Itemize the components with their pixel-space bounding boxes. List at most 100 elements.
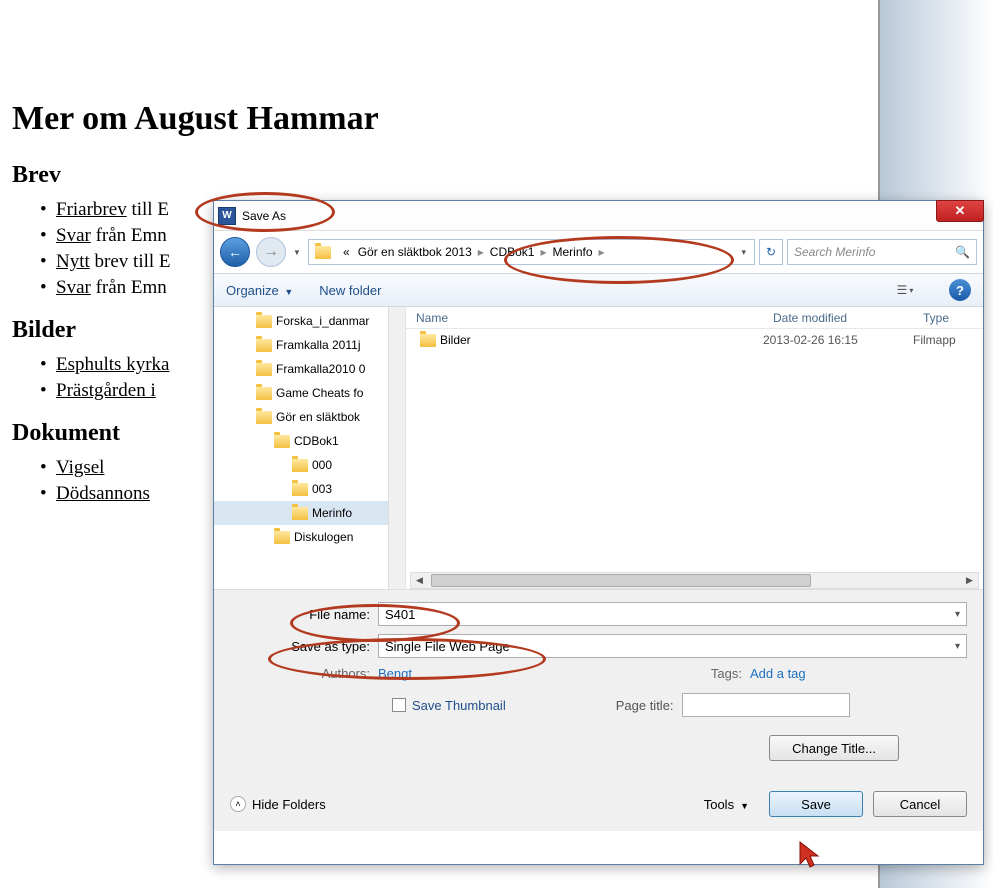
folder-icon [292, 507, 308, 520]
save-thumbnail-label: Save Thumbnail [412, 698, 506, 713]
tree-items: Forska_i_danmar Framkalla 2011j Framkall… [214, 307, 405, 551]
chevron-right-icon: ▸ [476, 245, 486, 259]
chevron-right-icon: ▸ [597, 245, 607, 259]
link-text[interactable]: Friarbrev [56, 199, 127, 220]
doc-heading: Mer om August Hammar [12, 100, 379, 138]
folder-icon [315, 246, 331, 259]
tree-item[interactable]: CDBok1 [214, 429, 405, 453]
col-header-name[interactable]: Name [406, 311, 763, 325]
titlebar[interactable]: W Save As ✕ [214, 201, 983, 231]
nav-back-button[interactable]: ← [220, 237, 250, 267]
folder-icon [292, 483, 308, 496]
file-date: 2013-02-26 16:15 [763, 333, 913, 347]
scroll-left-icon[interactable]: ◀ [411, 575, 428, 586]
hide-folders-button[interactable]: ˄ Hide Folders [230, 796, 326, 812]
link-text[interactable]: Prästgården i [56, 380, 156, 401]
arrow-right-icon: → [263, 243, 279, 261]
close-button[interactable]: ✕ [936, 200, 984, 222]
file-row[interactable]: Bilder 2013-02-26 16:15 Filmapp [406, 329, 983, 351]
explorer-body: Forska_i_danmar Framkalla 2011j Framkall… [214, 307, 983, 589]
breadcrumb-prefix: « [339, 245, 354, 259]
scroll-right-icon[interactable]: ▶ [961, 575, 978, 586]
scrollbar-thumb[interactable] [431, 574, 811, 587]
tree-item[interactable]: Framkalla2010 0 [214, 357, 405, 381]
folder-icon [274, 435, 290, 448]
arrow-left-icon: ← [228, 244, 242, 260]
authors-label: Authors: [230, 666, 378, 681]
change-title-button[interactable]: Change Title... [769, 735, 899, 761]
link-text[interactable]: Dödsannons [56, 483, 150, 504]
bottom-row: ˄ Hide Folders Tools▼ Save Cancel [214, 791, 983, 831]
meta-row: Authors: Bengt Tags: Add a tag [230, 666, 967, 681]
save-button[interactable]: Save [769, 791, 863, 817]
folder-icon [256, 387, 272, 400]
folder-icon [292, 459, 308, 472]
link-text[interactable]: Nytt [56, 251, 90, 272]
save-type-field[interactable]: Single File Web Page [378, 634, 967, 658]
help-button[interactable]: ? [949, 279, 971, 301]
breadcrumb-seg[interactable]: Merinfo [549, 245, 597, 259]
folder-icon [256, 315, 272, 328]
doc-section-brev: Brev [12, 162, 379, 189]
tags-value[interactable]: Add a tag [750, 666, 806, 681]
word-icon: W [218, 207, 236, 225]
new-folder-button[interactable]: New folder [319, 283, 381, 298]
tree-item[interactable]: Forska_i_danmar [214, 309, 405, 333]
nav-history-dropdown[interactable]: ▼ [290, 237, 304, 267]
file-name-label: File name: [230, 607, 378, 622]
tags-label: Tags: [602, 666, 750, 681]
breadcrumb-dropdown[interactable]: ▾ [741, 247, 750, 258]
link-text[interactable]: Esphults kyrka [56, 354, 169, 375]
cancel-button[interactable]: Cancel [873, 791, 967, 817]
thumbnail-row: Save Thumbnail Page title: [230, 693, 967, 717]
toolbar: Organize ▼ New folder ☰ ▾ ? [214, 273, 983, 307]
breadcrumb-seg[interactable]: CDBok1 [486, 245, 539, 259]
folder-icon [256, 411, 272, 424]
folder-icon [256, 339, 272, 352]
tree-item[interactable]: Game Cheats fo [214, 381, 405, 405]
close-icon: ✕ [955, 203, 966, 219]
authors-value[interactable]: Bengt [378, 666, 412, 681]
link-text[interactable]: Svar [56, 225, 91, 246]
view-options-button[interactable]: ☰ ▾ [887, 279, 923, 301]
change-title-row: Change Title... [230, 735, 967, 761]
breadcrumb-seg[interactable]: Gör en släktbok 2013 [354, 245, 476, 259]
chevron-up-icon: ˄ [230, 796, 246, 812]
folder-icon [274, 531, 290, 544]
page-title-label: Page title: [616, 698, 682, 713]
file-name-field[interactable]: S401 [378, 602, 967, 626]
breadcrumb[interactable]: « Gör en släktbok 2013 ▸ CDBok1 ▸ Merinf… [308, 239, 755, 265]
file-list-header: Name Date modified Type [406, 307, 983, 329]
navigation-bar: ← → ▼ « Gör en släktbok 2013 ▸ CDBok1 ▸ … [214, 231, 983, 273]
col-header-type[interactable]: Type [913, 311, 983, 325]
save-type-label: Save as type: [230, 639, 378, 654]
refresh-button[interactable]: ↻ [759, 239, 783, 265]
link-text[interactable]: Svar [56, 277, 91, 298]
tree-item-selected[interactable]: Merinfo [214, 501, 405, 525]
col-header-date[interactable]: Date modified [763, 311, 913, 325]
chevron-down-icon: ▼ [284, 287, 293, 297]
tree-item[interactable]: 003 [214, 477, 405, 501]
file-name-row: File name: S401 [230, 602, 967, 626]
file-name: Bilder [440, 333, 471, 347]
link-text[interactable]: Vigsel [56, 457, 104, 478]
save-thumbnail-checkbox[interactable] [392, 698, 406, 712]
tools-menu[interactable]: Tools▼ [704, 797, 749, 812]
horizontal-scrollbar[interactable]: ◀ ▶ [410, 572, 979, 589]
tree-item[interactable]: Diskulogen [214, 525, 405, 549]
folder-icon [420, 334, 436, 347]
tree-item[interactable]: 000 [214, 453, 405, 477]
save-as-dialog: W Save As ✕ ← → ▼ « Gör en släktbok 2013… [213, 200, 984, 865]
folder-tree: Forska_i_danmar Framkalla 2011j Framkall… [214, 307, 406, 589]
nav-forward-button[interactable]: → [256, 237, 286, 267]
search-placeholder: Search Merinfo [794, 245, 875, 259]
tree-item[interactable]: Framkalla 2011j [214, 333, 405, 357]
chevron-right-icon: ▸ [538, 245, 548, 259]
organize-menu[interactable]: Organize ▼ [226, 283, 293, 298]
search-input[interactable]: Search Merinfo 🔍 [787, 239, 977, 265]
folder-icon [256, 363, 272, 376]
page-title-field[interactable] [682, 693, 850, 717]
file-type: Filmapp [913, 333, 983, 347]
tree-item[interactable]: Gör en släktbok [214, 405, 405, 429]
tree-scrollbar[interactable] [388, 307, 405, 589]
